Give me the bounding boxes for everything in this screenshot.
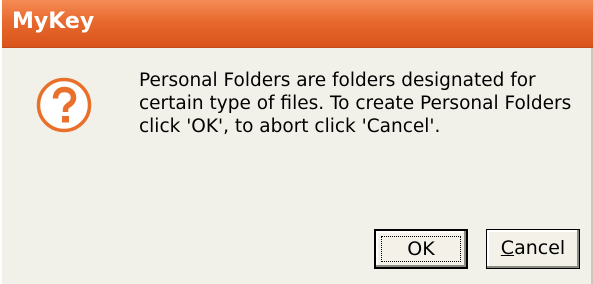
cancel-button[interactable]: Cancel — [486, 229, 580, 269]
cancel-button-label: Cancel — [501, 237, 565, 259]
message-line: click 'OK', to abort click 'Cancel'. — [139, 116, 441, 137]
title-bar[interactable]: MyKey — [2, 0, 593, 48]
question-icon — [36, 77, 92, 133]
window-title: MyKey — [12, 9, 95, 34]
ok-button[interactable]: OK — [374, 229, 468, 269]
cancel-label-rest: ancel — [514, 237, 566, 259]
message-dialog: MyKey Personal Folders are folders desig… — [0, 0, 593, 284]
cancel-mnemonic: C — [500, 237, 515, 259]
message-line: certain type of files. To create Persona… — [139, 93, 572, 114]
message-line: Personal Folders are folders designated … — [139, 70, 536, 91]
ok-button-label: OK — [407, 238, 435, 260]
dialog-message: Personal Folders are folders designated … — [139, 69, 579, 138]
